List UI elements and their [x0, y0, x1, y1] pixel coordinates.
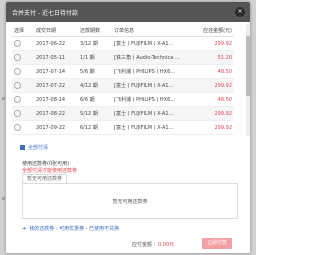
select-all-checkbox[interactable]: [20, 145, 25, 150]
row-radio[interactable]: [14, 124, 21, 131]
orders-table: 选择 成交日期 还款期数 订单信息 应还金额(元) 2017-06-22 3/1…: [12, 24, 234, 135]
table-row[interactable]: 2017-07-22 4/12 期 [富士 ( FUJIFILM ) X-A1.…: [12, 78, 234, 93]
coupon-label: 使用还款券(0张可用): [22, 161, 70, 167]
row-period: 6/12 期: [78, 120, 112, 135]
column-header-select: 选择: [12, 24, 34, 37]
row-amount: 48.50: [196, 64, 234, 79]
arrow-icon: ➔: [22, 225, 27, 232]
row-date: 2017-08-22: [34, 106, 78, 121]
row-order-info: [铁三角 ( Audio-Technica ...: [112, 50, 196, 65]
row-period: 6/6 期: [78, 92, 112, 107]
amount-due-value: 0.00元: [158, 242, 175, 248]
row-period: 5/6 期: [78, 64, 112, 79]
row-order-info: [富士 ( FUJIFILM ) X-A1...: [112, 120, 196, 135]
row-radio[interactable]: [14, 82, 21, 89]
row-date: 2017-06-22: [34, 36, 78, 51]
column-header-order-info: 订单信息: [112, 24, 196, 37]
background-text: e: [2, 196, 6, 202]
table-header-row: 选择 成交日期 还款期数 订单信息 应还金额(元): [12, 24, 234, 37]
row-order-info: [飞利浦 ( PHILIPS ) HX6...: [112, 92, 196, 107]
row-order-info: [富士 ( FUJIFILM ) X-A1...: [112, 78, 196, 93]
row-radio[interactable]: [14, 40, 21, 47]
amount-due-label: 应付金额 :: [132, 242, 156, 248]
background-text: e: [2, 96, 6, 102]
table-row[interactable]: 2017-06-22 3/12 期 [富士 ( FUJIFILM ) X-A1.…: [12, 36, 234, 51]
table-row[interactable]: 2017-08-22 5/12 期 [富士 ( FUJIFILM ) X-A1.…: [12, 106, 234, 121]
row-amount: 299.92: [196, 36, 234, 51]
table-row[interactable]: 2017-09-22 6/12 期 [富士 ( FUJIFILM ) X-A1.…: [12, 120, 234, 135]
row-period: 3/12 期: [78, 36, 112, 51]
row-order-info: [富士 ( FUJIFILM ) X-A1...: [112, 36, 196, 51]
merge-payment-dialog: 合并支付 - 近七日待付款 × 选择 成交日期 还款期数 订单信息 应还金额(元…: [6, 2, 250, 253]
close-icon[interactable]: ×: [235, 7, 245, 17]
orders-table-area: 选择 成交日期 还款期数 订单信息 应还金额(元) 2017-06-22 3/1…: [12, 24, 240, 136]
coupon-hint: 全部付清才能使用还款券: [22, 168, 78, 174]
row-date: 2017-07-14: [34, 64, 78, 79]
row-period: 5/12 期: [78, 106, 112, 121]
pay-now-button[interactable]: 立即付款: [202, 238, 232, 249]
row-date: 2017-07-22: [34, 78, 78, 93]
row-period: 4/12 期: [78, 78, 112, 93]
row-radio[interactable]: [14, 54, 21, 61]
dialog-header: 合并支付 - 近七日待付款 ×: [6, 2, 250, 22]
table-scrollbar[interactable]: [246, 24, 250, 136]
scrollbar-thumb[interactable]: [246, 36, 250, 96]
row-date: 2017-05-11: [34, 50, 78, 65]
my-coupons-link-text[interactable]: 我的还款券 : 可用优惠券 - 已使用不兑换: [29, 225, 119, 232]
row-order-info: [飞利浦 ( PHILIPS ) HX6...: [112, 64, 196, 79]
row-date: 2017-08-14: [34, 92, 78, 107]
my-coupons-link[interactable]: ➔ 我的还款券 : 可用优惠券 - 已使用不兑换: [22, 225, 119, 233]
row-amount: 299.92: [196, 120, 234, 135]
row-radio[interactable]: [14, 110, 21, 117]
column-header-date: 成交日期: [34, 24, 78, 37]
row-radio[interactable]: [14, 68, 21, 75]
row-order-info: [富士 ( FUJIFILM ) X-A1...: [112, 106, 196, 121]
coupon-empty-text: 暂无可用还款券: [112, 198, 148, 205]
row-period: 1/1 期: [78, 50, 112, 65]
dialog-title: 合并支付 - 近七日待付款: [12, 9, 78, 17]
row-amount: 51.20: [196, 50, 234, 65]
row-date: 2017-09-22: [34, 120, 78, 135]
dialog-footer: 应付金额 : 0.00元 立即付款: [6, 236, 250, 253]
select-all-row[interactable]: 全部付清: [20, 144, 48, 151]
table-row[interactable]: 2017-07-14 5/6 期 [飞利浦 ( PHILIPS ) HX6...…: [12, 64, 234, 79]
row-amount: 299.92: [196, 78, 234, 93]
row-amount: 299.92: [196, 106, 234, 121]
table-row[interactable]: 2017-05-11 1/1 期 [铁三角 ( Audio-Technica .…: [12, 50, 234, 65]
column-header-period: 还款期数: [78, 24, 112, 37]
row-amount: 48.50: [196, 92, 234, 107]
table-row[interactable]: 2017-08-14 6/6 期 [飞利浦 ( PHILIPS ) HX6...…: [12, 92, 234, 107]
coupon-list-box: 暂无可用还款券: [22, 183, 238, 219]
row-radio[interactable]: [14, 96, 21, 103]
select-all-label: 全部付清: [28, 145, 49, 151]
column-header-amount: 应还金额(元): [196, 24, 234, 37]
